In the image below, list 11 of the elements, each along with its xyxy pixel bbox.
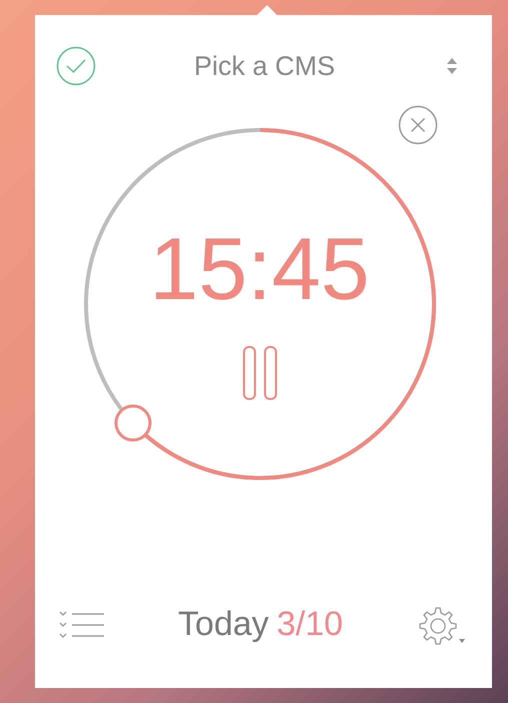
close-button[interactable] bbox=[397, 104, 439, 146]
up-down-icon bbox=[446, 56, 458, 76]
session-count: 3/10 bbox=[276, 604, 343, 645]
today-label: Today bbox=[178, 604, 269, 645]
checklist-icon bbox=[59, 610, 105, 638]
task-title[interactable]: Pick a CMS bbox=[194, 46, 336, 86]
close-icon bbox=[398, 105, 438, 145]
complete-task-button[interactable] bbox=[55, 45, 97, 87]
time-remaining: 15:45 bbox=[149, 225, 370, 313]
check-circle-icon bbox=[56, 46, 96, 86]
progress-handle[interactable] bbox=[114, 404, 152, 442]
